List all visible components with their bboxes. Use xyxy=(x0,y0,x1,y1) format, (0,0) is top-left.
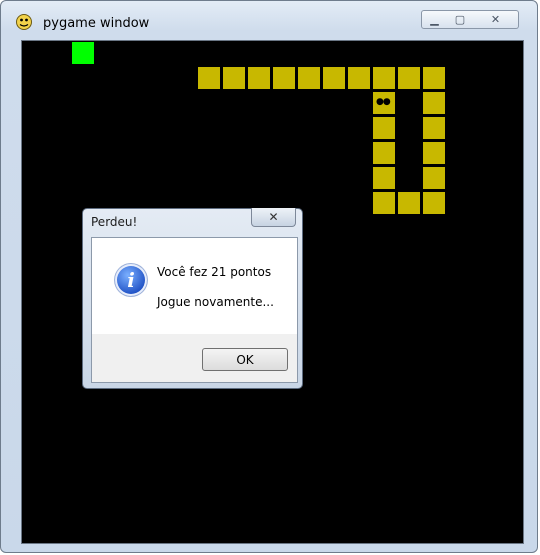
score-message: Você fez 21 pontos xyxy=(157,265,272,279)
maximize-button[interactable]: ▢ xyxy=(447,10,474,29)
snake-segment xyxy=(223,67,245,89)
snake-segment xyxy=(398,67,420,89)
snake-segment xyxy=(423,142,445,164)
dialog-close-button[interactable]: ✕ xyxy=(251,208,296,227)
minimize-icon: ▁ xyxy=(430,13,439,26)
minimize-button[interactable]: ▁ xyxy=(421,10,448,29)
info-icon-glyph: i xyxy=(127,268,135,292)
snake-segment xyxy=(373,67,395,89)
snake-segment xyxy=(423,67,445,89)
pygame-snake-icon xyxy=(16,14,32,30)
snake-segment xyxy=(348,67,370,89)
snake-segment xyxy=(198,67,220,89)
snake-segment xyxy=(373,192,395,214)
info-icon: i xyxy=(115,264,147,296)
food-block xyxy=(72,42,94,64)
snake-segment xyxy=(373,117,395,139)
snake-segment xyxy=(423,192,445,214)
close-icon: ✕ xyxy=(268,210,279,224)
snake-segment xyxy=(423,167,445,189)
snake-segment xyxy=(423,92,445,114)
snake-segment xyxy=(373,142,395,164)
snake-segment xyxy=(323,67,345,89)
window-title: pygame window xyxy=(43,16,150,31)
dialog-title: Perdeu! xyxy=(91,215,138,229)
snake-segment xyxy=(273,67,295,89)
snake-segment xyxy=(248,67,270,89)
maximize-icon: ▢ xyxy=(454,13,466,26)
snake-segment xyxy=(398,192,420,214)
dialog-body: i Você fez 21 pontos Jogue novamente... … xyxy=(91,237,298,383)
dialog-message-area: i Você fez 21 pontos Jogue novamente... xyxy=(92,238,297,334)
ok-button[interactable]: OK xyxy=(202,348,288,371)
close-icon: ✕ xyxy=(490,13,501,26)
snake-segment xyxy=(298,67,320,89)
snake-head: ●● xyxy=(373,92,395,114)
close-button[interactable]: ✕ xyxy=(473,10,519,29)
snake-segment xyxy=(423,117,445,139)
snake-segment xyxy=(373,167,395,189)
title-bar[interactable]: pygame window ▁ ▢ ✕ xyxy=(1,1,537,37)
play-again-message: Jogue novamente... xyxy=(157,295,274,309)
game-over-dialog: Perdeu! ✕ i Você fez 21 pontos Jogue nov… xyxy=(82,208,303,389)
snake-eyes: ●● xyxy=(376,97,391,107)
